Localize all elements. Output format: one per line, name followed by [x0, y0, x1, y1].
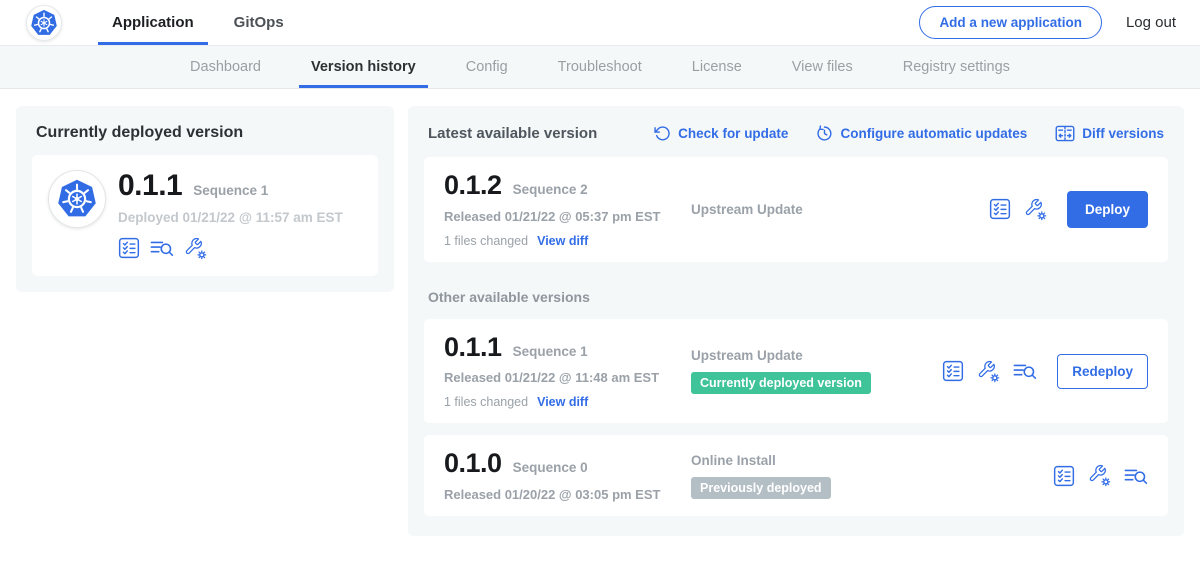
topnav-tabs: Application GitOps	[92, 0, 304, 45]
diff-versions-link[interactable]: Diff versions	[1055, 125, 1164, 142]
version-number: 0.1.0	[444, 449, 502, 479]
subnav-tab-view-files[interactable]: View files	[780, 46, 865, 88]
released-timestamp: Released 01/21/22 @ 11:48 am EST	[444, 370, 691, 385]
view-logs-icon[interactable]	[1013, 361, 1037, 381]
released-timestamp: Released 01/21/22 @ 05:37 pm EST	[444, 209, 691, 224]
kubernetes-icon	[55, 177, 99, 221]
deployed-timestamp: Deployed 01/21/22 @ 11:57 am EST	[118, 210, 343, 225]
logout-link[interactable]: Log out	[1126, 14, 1176, 31]
edit-config-icon[interactable]	[1024, 198, 1047, 221]
subnav-tab-dashboard[interactable]: Dashboard	[178, 46, 273, 88]
edit-config-icon[interactable]	[1088, 464, 1111, 487]
currently-deployed-title: Currently deployed version	[36, 124, 378, 142]
configure-automatic-updates-link[interactable]: Configure automatic updates	[816, 125, 1027, 142]
redeploy-button[interactable]: Redeploy	[1057, 354, 1148, 389]
version-history-page: Currently deployed version 0.1.1 Sequenc…	[0, 89, 1200, 536]
deploy-button[interactable]: Deploy	[1067, 191, 1148, 228]
latest-version-title: Latest available version	[428, 125, 597, 142]
edit-config-icon[interactable]	[184, 237, 207, 260]
sequence-label: Sequence 1	[513, 344, 588, 359]
kubernetes-icon	[29, 8, 59, 38]
diff-icon	[1055, 125, 1075, 142]
app-logo	[48, 170, 106, 228]
sequence-label: Sequence 0	[513, 460, 588, 475]
currently-deployed-badge: Currently deployed version	[691, 372, 871, 394]
latest-version-header: Latest available version Check for updat…	[428, 125, 1164, 142]
version-card-0-1-0: 0.1.0 Sequence 0 Released 01/20/22 @ 03:…	[424, 435, 1168, 516]
preflight-checks-icon[interactable]	[1053, 465, 1075, 487]
released-timestamp: Released 01/20/22 @ 03:05 pm EST	[444, 487, 691, 502]
version-card-0-1-2: 0.1.2 Sequence 2 Released 01/21/22 @ 05:…	[424, 157, 1168, 262]
view-logs-icon[interactable]	[150, 238, 174, 258]
check-for-update-link[interactable]: Check for update	[654, 125, 788, 142]
version-source-label: Online Install	[691, 453, 1053, 468]
app-logo	[26, 5, 62, 41]
topnav-right: Add a new application Log out	[919, 6, 1176, 39]
add-application-button[interactable]: Add a new application	[919, 6, 1102, 39]
subnav-tab-license[interactable]: License	[680, 46, 754, 88]
subnav-tab-version-history[interactable]: Version history	[299, 46, 428, 88]
other-versions-title: Other available versions	[428, 289, 1164, 305]
app-subnav: Dashboard Version history Config Trouble…	[0, 46, 1200, 89]
version-card-0-1-1: 0.1.1 Sequence 1 Released 01/21/22 @ 11:…	[424, 319, 1168, 424]
currently-deployed-card: 0.1.1 Sequence 1 Deployed 01/21/22 @ 11:…	[32, 155, 378, 276]
previously-deployed-badge: Previously deployed	[691, 477, 831, 499]
version-source-label: Upstream Update	[691, 202, 989, 217]
subnav-tab-config[interactable]: Config	[454, 46, 520, 88]
currently-deployed-panel: Currently deployed version 0.1.1 Sequenc…	[16, 106, 394, 292]
files-changed-label: 1 files changed	[444, 395, 528, 409]
tab-application[interactable]: Application	[98, 0, 208, 45]
version-number: 0.1.2	[444, 171, 502, 201]
deployed-sequence-label: Sequence 1	[193, 183, 268, 198]
view-diff-link[interactable]: View diff	[537, 395, 588, 409]
tab-gitops[interactable]: GitOps	[220, 0, 298, 45]
version-source-label: Upstream Update	[691, 348, 942, 363]
auto-update-clock-icon	[816, 125, 833, 142]
view-diff-link[interactable]: View diff	[537, 234, 588, 248]
preflight-checks-icon[interactable]	[989, 198, 1011, 220]
view-logs-icon[interactable]	[1124, 466, 1148, 486]
refresh-icon	[654, 125, 671, 142]
deployed-version-number: 0.1.1	[118, 170, 182, 202]
subnav-tab-troubleshoot[interactable]: Troubleshoot	[546, 46, 654, 88]
sequence-label: Sequence 2	[513, 182, 588, 197]
preflight-checks-icon[interactable]	[118, 237, 140, 259]
available-versions-panel: Latest available version Check for updat…	[408, 106, 1184, 536]
files-changed-label: 1 files changed	[444, 234, 528, 248]
preflight-checks-icon[interactable]	[942, 360, 964, 382]
subnav-tab-registry-settings[interactable]: Registry settings	[891, 46, 1022, 88]
top-navbar: Application GitOps Add a new application…	[0, 0, 1200, 46]
edit-config-icon[interactable]	[977, 360, 1000, 383]
version-number: 0.1.1	[444, 333, 502, 363]
version-actions: Check for update Configure automatic upd…	[654, 125, 1164, 142]
